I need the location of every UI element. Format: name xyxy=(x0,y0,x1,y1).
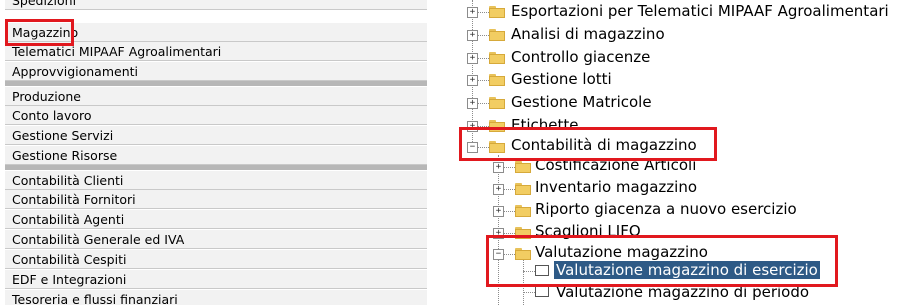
folder-icon xyxy=(489,74,505,86)
tree-connector xyxy=(477,58,489,59)
tree-node-label: Riporto giacenza a nuovo esercizio xyxy=(535,200,797,218)
menu-item-label: Contabilità Fornitori xyxy=(12,192,136,207)
menu-item-contabilita-cespiti[interactable]: Contabilità Cespiti xyxy=(5,250,427,269)
tree-connector xyxy=(477,12,489,13)
menu-item-label: Contabilità Generale ed IVA xyxy=(12,232,185,247)
menu-item-gestione-risorse[interactable]: Gestione Risorse xyxy=(5,146,427,165)
tree-node-label: Analisi di magazzino xyxy=(511,25,665,43)
menu-item-spedizioni[interactable]: Spedizioni xyxy=(5,0,427,10)
highlight-contabilita-magazzino xyxy=(459,127,717,161)
panel-divider xyxy=(427,0,439,305)
folder-icon xyxy=(489,6,505,18)
document-icon xyxy=(535,286,549,297)
menu-item-contabilita-agenti[interactable]: Contabilità Agenti xyxy=(5,210,427,229)
menu-item-produzione[interactable]: Produzione xyxy=(5,87,427,106)
menu-item-contabilita-fornitori[interactable]: Contabilità Fornitori xyxy=(5,190,427,209)
tree-connector xyxy=(503,211,515,212)
tree-node-label: Gestione Matricole xyxy=(511,93,652,111)
highlight-valutazione xyxy=(486,235,838,287)
tree-node-label: Inventario magazzino xyxy=(535,178,698,196)
menu-item-edf-integrazioni[interactable]: EDF e Integrazioni xyxy=(5,270,427,289)
folder-icon xyxy=(489,29,505,41)
tree-connector xyxy=(477,35,489,36)
menu-item-label: Tesoreria e flussi finanziari xyxy=(12,292,178,305)
highlight-magazzino xyxy=(5,19,74,46)
menu-item-label: Gestione Servizi xyxy=(12,128,114,143)
tree-connector xyxy=(503,233,515,234)
left-menu-panel: Spedizioni Magazzino Telematici MIPAAF A… xyxy=(0,0,427,305)
menu-item-label: Spedizioni xyxy=(12,0,77,8)
folder-icon xyxy=(515,205,531,217)
tree-connector xyxy=(477,80,489,81)
menu-item-label: EDF e Integrazioni xyxy=(12,272,127,287)
tree-connector xyxy=(523,292,535,293)
menu-separator xyxy=(5,81,427,86)
folder-icon xyxy=(489,52,505,64)
menu-item-contabilita-clienti[interactable]: Contabilità Clienti xyxy=(5,171,427,190)
tree-node-label: Gestione lotti xyxy=(511,70,612,88)
menu-item-label: Produzione xyxy=(12,89,81,104)
menu-item-label: Contabilità Agenti xyxy=(12,212,125,227)
menu-item-label: Approvvigionamenti xyxy=(12,64,139,79)
menu-separator xyxy=(5,165,427,170)
menu-item-conto-lavoro[interactable]: Conto lavoro xyxy=(5,106,427,125)
tree-node-label: Controllo giacenze xyxy=(511,48,651,66)
folder-icon xyxy=(515,161,531,173)
menu-item-label: Contabilità Cespiti xyxy=(12,252,127,267)
tree-connector xyxy=(503,189,515,190)
menu-item-label: Contabilità Clienti xyxy=(12,173,124,188)
menu-item-label: Gestione Risorse xyxy=(12,148,118,163)
menu-item-label: Telematici MIPAAF Agroalimentari xyxy=(12,44,222,59)
tree-node-label: Esportazioni per Telematici MIPAAF Agroa… xyxy=(511,2,889,20)
menu-item-label: Conto lavoro xyxy=(12,108,92,123)
tree-connector xyxy=(503,167,515,168)
menu-item-approvvigionamenti[interactable]: Approvvigionamenti xyxy=(5,62,427,81)
menu-item-gestione-servizi[interactable]: Gestione Servizi xyxy=(5,126,427,145)
menu-item-contabilita-generale[interactable]: Contabilità Generale ed IVA xyxy=(5,230,427,249)
tree-connector xyxy=(477,103,489,104)
tree-panel: + Esportazioni per Telematici MIPAAF Agr… xyxy=(439,0,901,305)
folder-icon xyxy=(489,97,505,109)
menu-item-tesoreria[interactable]: Tesoreria e flussi finanziari xyxy=(5,290,427,305)
folder-icon xyxy=(515,183,531,195)
